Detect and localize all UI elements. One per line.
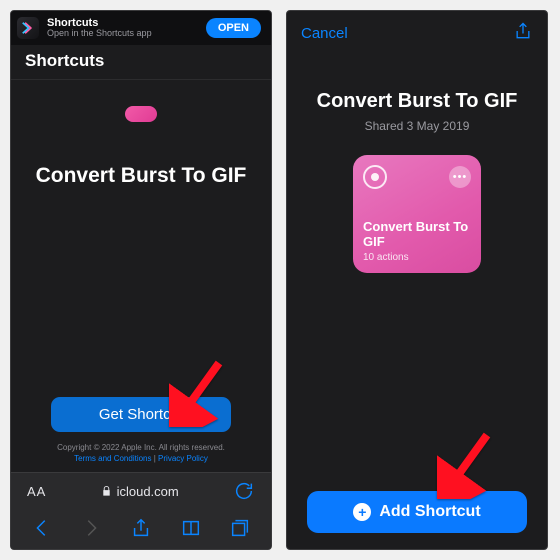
tabs-button[interactable]: [229, 517, 251, 539]
copyright-text: Copyright © 2022 Apple Inc. All rights r…: [57, 443, 225, 452]
reload-button[interactable]: [233, 480, 255, 502]
open-button[interactable]: OPEN: [206, 18, 261, 38]
banner-subtitle: Open in the Shortcuts app: [47, 29, 152, 39]
url-display[interactable]: icloud.com: [101, 484, 179, 499]
shared-date: Shared 3 May 2019: [365, 119, 470, 133]
burst-icon: [363, 165, 387, 189]
shortcut-title: Convert Burst To GIF: [36, 164, 247, 188]
add-shortcut-label: Add Shortcut: [379, 503, 480, 521]
share-button[interactable]: [513, 21, 533, 46]
cancel-button[interactable]: Cancel: [301, 25, 348, 42]
left-content: Convert Burst To GIF Get Shortcut Copyri…: [11, 80, 271, 472]
add-shortcut-button[interactable]: + Add Shortcut: [307, 491, 527, 533]
url-text: icloud.com: [117, 484, 179, 499]
shortcut-title: Convert Burst To GIF: [317, 90, 518, 113]
app-banner[interactable]: Shortcuts Open in the Shortcuts app OPEN: [11, 11, 271, 45]
right-content: Convert Burst To GIF Shared 3 May 2019 •…: [287, 50, 547, 549]
lock-icon: [101, 485, 112, 497]
share-button[interactable]: [130, 517, 152, 539]
shortcut-color-chip: [125, 106, 157, 122]
forward-button[interactable]: [80, 517, 102, 539]
banner-text: Shortcuts Open in the Shortcuts app: [47, 17, 152, 39]
terms-link[interactable]: Terms and Conditions: [74, 454, 151, 463]
bookmarks-button[interactable]: [180, 517, 202, 539]
safari-address-bar[interactable]: AA icloud.com: [11, 472, 271, 509]
shortcut-card[interactable]: ••• Convert Burst To GIF 10 actions: [353, 155, 481, 273]
footer-legal: Copyright © 2022 Apple Inc. All rights r…: [57, 442, 225, 464]
modal-header: Cancel: [287, 11, 547, 50]
plus-icon: +: [353, 503, 371, 521]
card-meta: 10 actions: [363, 252, 471, 263]
privacy-link[interactable]: Privacy Policy: [158, 454, 208, 463]
text-size-button[interactable]: AA: [27, 484, 46, 499]
back-button[interactable]: [31, 517, 53, 539]
safari-toolbar: [11, 509, 271, 549]
more-icon[interactable]: •••: [449, 166, 471, 188]
get-shortcut-button[interactable]: Get Shortcut: [51, 397, 231, 432]
shortcuts-app-icon: [17, 17, 39, 39]
page-title: Shortcuts: [11, 45, 271, 80]
left-screenshot: Shortcuts Open in the Shortcuts app OPEN…: [10, 10, 272, 550]
right-screenshot: Cancel Convert Burst To GIF Shared 3 May…: [286, 10, 548, 550]
card-title: Convert Burst To GIF: [363, 219, 471, 250]
